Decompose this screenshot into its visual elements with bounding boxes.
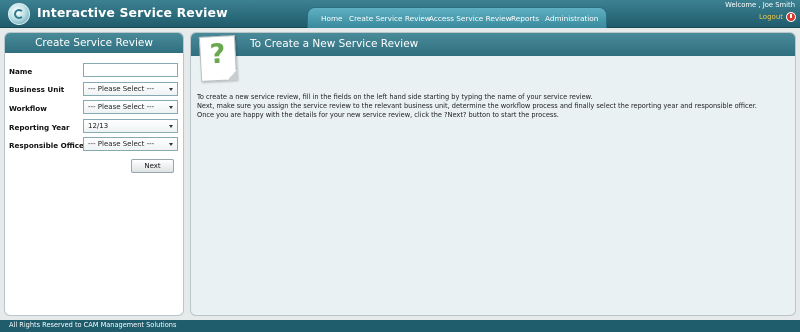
help-line-1: To create a new service review, fill in …: [197, 93, 593, 101]
help-line-3: Once you are happy with the details for …: [197, 111, 559, 119]
question-document-icon: ?: [198, 35, 238, 82]
chevron-down-icon: [169, 88, 173, 91]
footer: All Rights Reserved to CAM Management So…: [0, 320, 800, 332]
top-header: Interactive Service Review Home Create S…: [0, 0, 800, 28]
swirl-logo-icon: [8, 3, 30, 25]
main-nav: Home Create Service Review Access Servic…: [307, 7, 607, 28]
nav-home[interactable]: Home: [321, 14, 343, 23]
nav-reports[interactable]: Reports: [511, 14, 539, 23]
logout-link[interactable]: Logout: [759, 13, 783, 21]
next-button[interactable]: Next: [131, 159, 174, 173]
business-unit-label: Business Unit: [9, 85, 65, 94]
help-panel: To Create a New Service Review ? To crea…: [190, 32, 796, 316]
create-form-panel: Create Service Review Name Business Unit…: [4, 32, 184, 316]
chevron-down-icon: [169, 143, 173, 146]
name-input[interactable]: [83, 63, 178, 77]
name-label: Name: [9, 67, 33, 76]
workflow-value: --- Please Select ---: [88, 103, 155, 111]
reporting-year-value: 12/13: [88, 122, 109, 130]
responsible-officer-select[interactable]: --- Please Select ---: [83, 137, 178, 151]
help-title: To Create a New Service Review: [250, 38, 419, 50]
welcome-text: Welcome , Joe Smith: [725, 1, 795, 9]
app-title: Interactive Service Review: [37, 5, 228, 20]
responsible-officer-label: Responsible Officer: [9, 141, 88, 150]
help-header: To Create a New Service Review: [191, 33, 795, 56]
business-unit-value: --- Please Select ---: [88, 85, 155, 93]
workflow-select[interactable]: --- Please Select ---: [83, 100, 178, 114]
reporting-year-select[interactable]: 12/13: [83, 119, 178, 133]
nav-access-service-review[interactable]: Access Service Review: [429, 14, 512, 23]
nav-create-service-review[interactable]: Create Service Review: [349, 14, 431, 23]
power-icon[interactable]: [786, 12, 796, 22]
workflow-label: Workflow: [9, 104, 47, 113]
footer-text: All Rights Reserved to CAM Management So…: [9, 321, 177, 329]
nav-administration[interactable]: Administration: [545, 14, 598, 23]
responsible-officer-value: --- Please Select ---: [88, 140, 155, 148]
help-line-2: Next, make sure you assign the service r…: [197, 102, 757, 110]
reporting-year-label: Reporting Year: [9, 123, 70, 132]
business-unit-select[interactable]: --- Please Select ---: [83, 82, 178, 96]
chevron-down-icon: [169, 125, 173, 128]
form-header: Create Service Review: [5, 33, 183, 53]
chevron-down-icon: [169, 106, 173, 109]
form-title: Create Service Review: [35, 37, 153, 49]
